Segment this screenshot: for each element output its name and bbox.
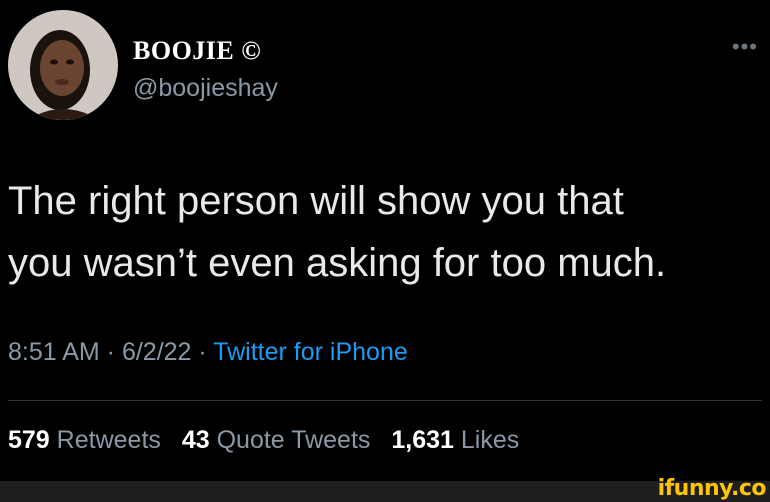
ifunny-watermark: ifunny.co [657, 476, 767, 501]
tweet-text-line: you wasn’t even asking for too much. [8, 241, 667, 285]
quotes-stat[interactable]: 43 Quote Tweets [182, 426, 371, 454]
likes-stat[interactable]: 1,631 Likes [391, 426, 519, 454]
tweet-text: The right person will show you that you … [8, 170, 762, 294]
quotes-count: 43 [181, 426, 210, 454]
retweets-label: Retweets [56, 426, 161, 454]
meta-separator: · [99, 338, 122, 366]
tweet-header: BOOJIE © @boojieshay ••• [8, 10, 762, 120]
tweet-source[interactable]: Twitter for iPhone [213, 338, 408, 366]
quotes-label: Quote Tweets [216, 426, 371, 454]
divider [8, 400, 762, 401]
watermark-bar [0, 481, 770, 502]
meta-separator: · [191, 338, 214, 366]
tweet-stats: 579 Retweets 43 Quote Tweets 1,631 Likes [8, 426, 519, 455]
more-horizontal-icon[interactable]: ••• [732, 34, 758, 60]
tweet-meta: 8:51 AM · 6/2/22 · Twitter for iPhone [8, 338, 408, 367]
retweets-count: 579 [8, 426, 50, 454]
display-name[interactable]: BOOJIE © [133, 36, 261, 66]
tweet-date[interactable]: 6/2/22 [122, 338, 192, 366]
tweet-text-line: The right person will show you that [8, 179, 624, 223]
tweet-time[interactable]: 8:51 AM [8, 338, 100, 366]
user-handle[interactable]: @boojieshay [133, 74, 278, 103]
retweets-stat[interactable]: 579 Retweets [8, 426, 161, 454]
likes-label: Likes [460, 426, 520, 454]
avatar[interactable] [8, 10, 118, 120]
avatar-image [8, 10, 118, 120]
likes-count: 1,631 [391, 426, 454, 454]
